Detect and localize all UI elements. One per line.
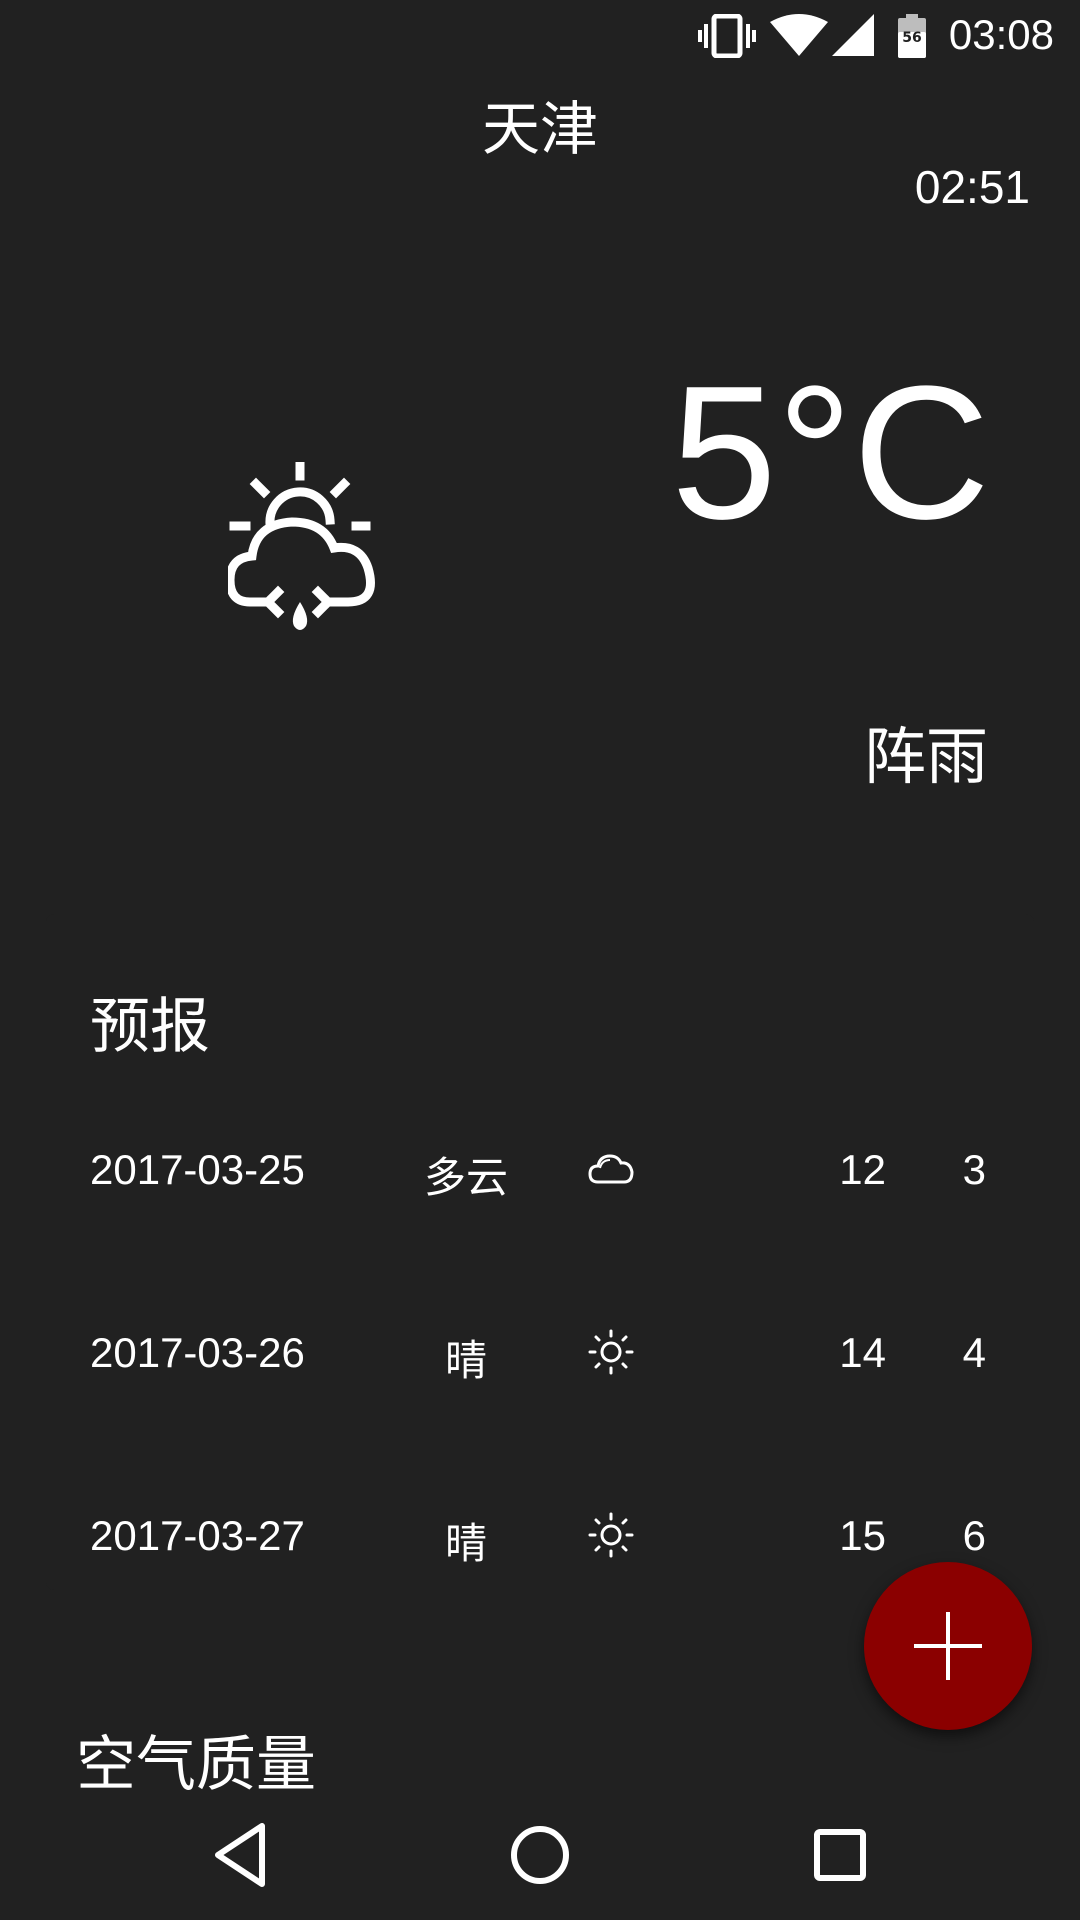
forecast-row: 2017-03-25 多云 12 3 <box>46 1126 1034 1216</box>
back-icon[interactable] <box>196 1810 286 1900</box>
sun-icon <box>588 1512 634 1558</box>
plus-icon <box>914 1612 982 1680</box>
forecast-high: 15 <box>839 1512 886 1559</box>
battery-level: 56 <box>902 30 922 46</box>
forecast-high: 14 <box>839 1329 886 1376</box>
wifi-icon <box>770 14 828 56</box>
add-city-button[interactable] <box>864 1562 1032 1730</box>
status-time: 03:08 <box>948 11 1054 58</box>
current-condition: 阵雨 <box>863 720 988 793</box>
forecast-condition: 晴 <box>444 1519 487 1568</box>
forecast-title: 预报 <box>90 992 210 1062</box>
vibrate-icon <box>698 14 756 58</box>
city-title: 天津 <box>481 95 598 163</box>
current-temperature: 5°C <box>671 347 990 559</box>
forecast-low: 3 <box>962 1146 986 1193</box>
forecast-condition: 多云 <box>423 1153 508 1202</box>
forecast-date: 2017-03-25 <box>90 1146 305 1193</box>
forecast-row: 2017-03-26 晴 14 4 <box>46 1309 1034 1399</box>
cloud-icon <box>588 1154 634 1184</box>
home-icon[interactable] <box>495 1810 585 1900</box>
forecast-low: 4 <box>962 1329 986 1376</box>
sun-icon <box>588 1329 634 1375</box>
forecast-low: 6 <box>962 1512 986 1559</box>
forecast-high: 12 <box>839 1146 886 1193</box>
status-bar: 56 03:08 <box>0 0 1080 72</box>
forecast-date: 2017-03-27 <box>90 1512 305 1559</box>
forecast-card: 预报 2017-03-25 多云 12 3 2017-03-26 晴 14 4 … <box>46 914 1034 1590</box>
forecast-row: 2017-03-27 晴 15 6 <box>46 1492 1034 1582</box>
recents-icon[interactable] <box>795 1810 885 1900</box>
forecast-condition: 晴 <box>444 1336 487 1385</box>
signal-icon <box>832 14 874 56</box>
update-time: 02:51 <box>914 161 1030 213</box>
navigation-bar <box>0 1790 1080 1920</box>
forecast-date: 2017-03-26 <box>90 1329 305 1376</box>
shower-rain-icon <box>228 462 375 630</box>
